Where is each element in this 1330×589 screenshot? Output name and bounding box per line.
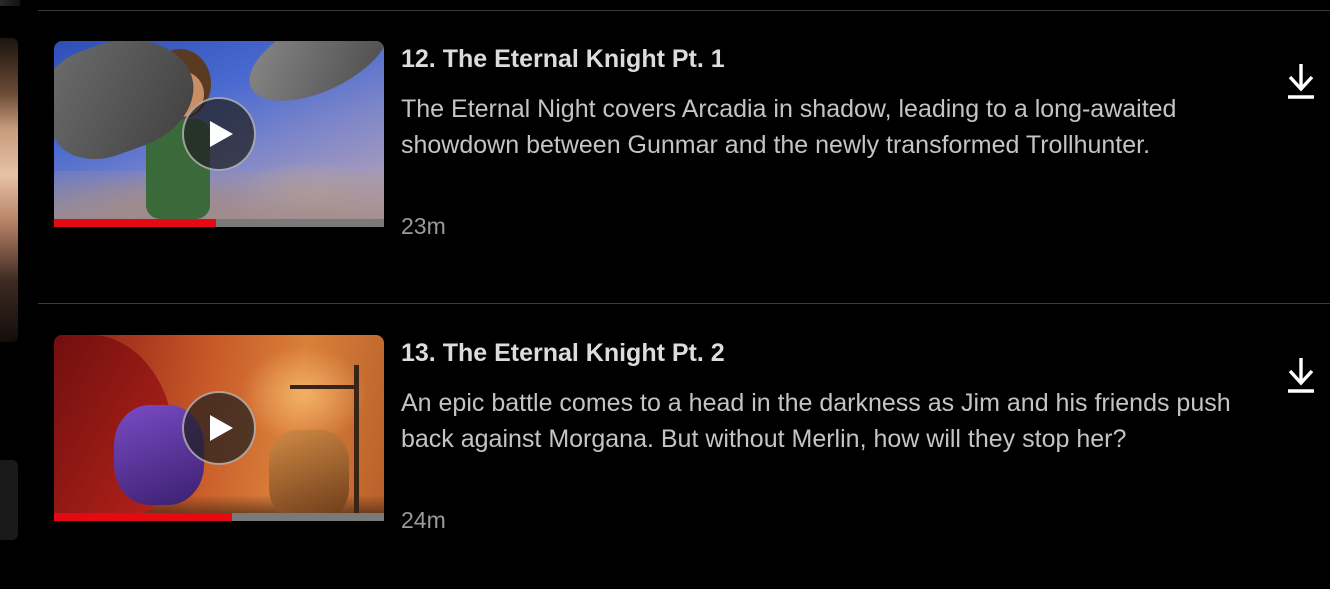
episode-row[interactable]: 12. The Eternal Knight Pt. 1 The Eternal… bbox=[0, 41, 1330, 271]
thumbnail-armored-figure bbox=[269, 430, 349, 520]
episode-title[interactable]: 13. The Eternal Knight Pt. 2 bbox=[401, 339, 725, 368]
download-button[interactable] bbox=[1281, 61, 1321, 101]
watch-progress-fill bbox=[54, 219, 216, 227]
download-icon bbox=[1288, 358, 1314, 393]
previous-panel-edge bbox=[0, 0, 20, 6]
watch-progress-bar bbox=[54, 219, 384, 227]
play-button[interactable] bbox=[182, 97, 256, 171]
divider bbox=[38, 303, 1330, 304]
thumbnail-claw bbox=[236, 41, 384, 120]
episode-description: The Eternal Night covers Arcadia in shad… bbox=[401, 95, 1177, 159]
download-button[interactable] bbox=[1281, 355, 1321, 395]
play-icon bbox=[210, 415, 233, 441]
watch-progress-bar bbox=[54, 513, 384, 521]
episode-description: An epic battle comes to a head in the da… bbox=[401, 389, 1231, 453]
episode-title[interactable]: 12. The Eternal Knight Pt. 1 bbox=[401, 45, 725, 74]
episode-thumbnail[interactable] bbox=[54, 335, 384, 521]
episode-list-page: 12. The Eternal Knight Pt. 1 The Eternal… bbox=[0, 0, 1330, 589]
play-icon bbox=[210, 121, 233, 147]
episode-thumbnail[interactable] bbox=[54, 41, 384, 227]
divider bbox=[38, 10, 1330, 11]
watch-progress-fill bbox=[54, 513, 233, 521]
episode-row[interactable]: 13. The Eternal Knight Pt. 2 An epic bat… bbox=[0, 335, 1330, 565]
episode-duration: 24m bbox=[401, 507, 446, 533]
play-button[interactable] bbox=[182, 391, 256, 465]
download-icon bbox=[1288, 64, 1314, 99]
episode-duration: 23m bbox=[401, 213, 446, 239]
thumbnail-signal-arm bbox=[290, 385, 358, 389]
